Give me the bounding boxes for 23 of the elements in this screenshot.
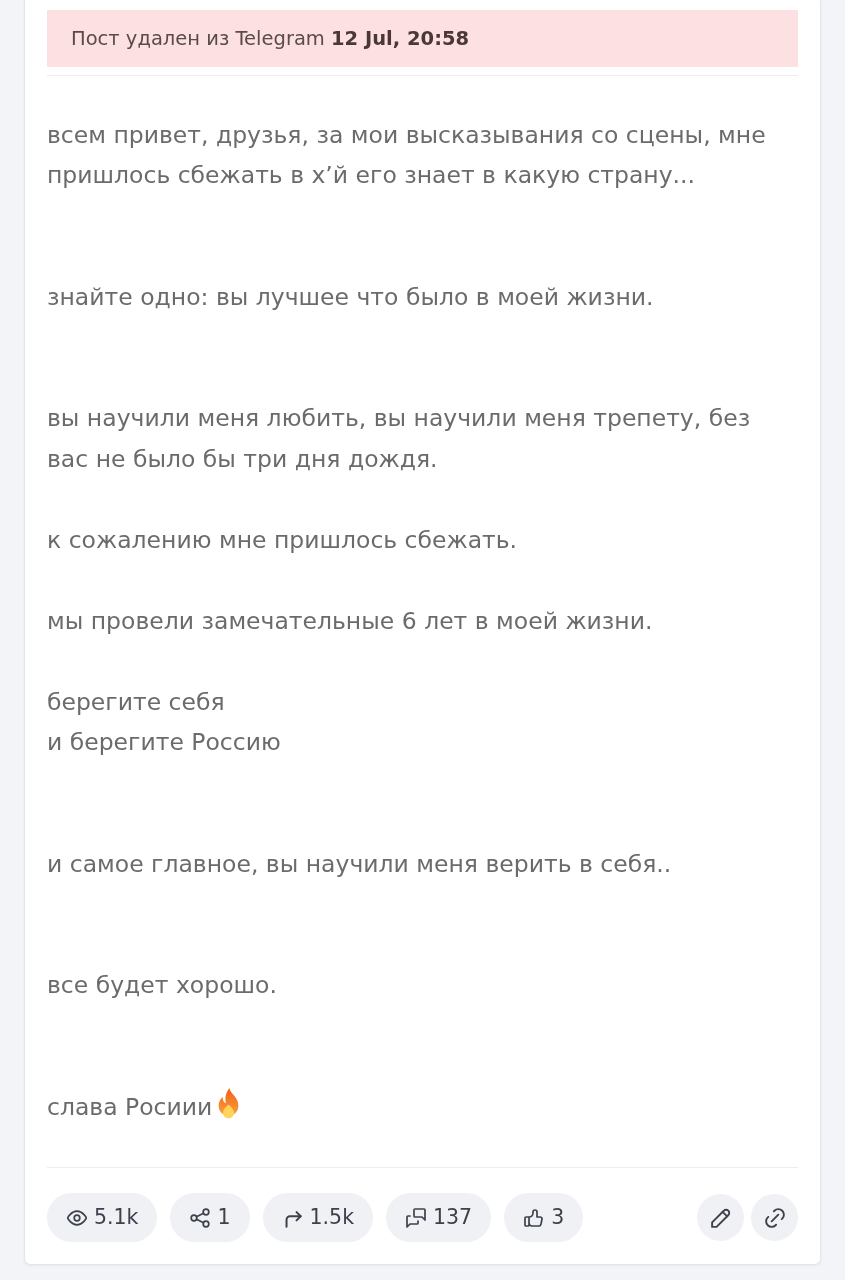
eye-icon: [67, 1207, 87, 1228]
link-button[interactable]: [751, 1194, 798, 1241]
link-icon: [764, 1207, 785, 1228]
post-paragraph: слава Росиии: [47, 1092, 213, 1121]
post-paragraph: вы научили меня любить, вы научили меня трепету, без вас не было бы три дня дождя.: [47, 403, 752, 475]
post-paragraph: всем привет, друзья, за мои высказывания со сцены, мне пришлось сбежать в х’й его знает в какую страну...: [47, 119, 767, 191]
pencil-icon: [710, 1207, 731, 1228]
post-paragraph: знайте одно: вы лучшее что было в моей жизни.: [47, 281, 655, 313]
views-button[interactable]: 5.1k: [47, 1193, 158, 1242]
chat-bubbles-icon: [406, 1207, 426, 1228]
deleted-notice: Пост удален из Telegram 12 Jul, 20:58: [47, 10, 798, 67]
comments-button[interactable]: 137: [386, 1193, 492, 1242]
share-button[interactable]: 1: [170, 1193, 250, 1242]
thumbs-up-icon: [524, 1207, 545, 1228]
post-paragraph: берегите себя и берегите Россию: [47, 686, 282, 758]
post-paragraph: мы провели замечательные 6 лет в моей жизни.: [47, 605, 654, 637]
forward-button[interactable]: 1.5k: [262, 1193, 373, 1242]
post-paragraph: и самое главное, вы научили меня верить в себя..: [47, 848, 673, 880]
like-button[interactable]: 3: [504, 1193, 584, 1242]
post-paragraph: к сожалению мне пришлось сбежать.: [47, 524, 519, 556]
share-icon: [190, 1207, 211, 1228]
edit-button[interactable]: [697, 1194, 744, 1241]
post-paragraph: все будет хорошо.: [47, 970, 278, 1001]
